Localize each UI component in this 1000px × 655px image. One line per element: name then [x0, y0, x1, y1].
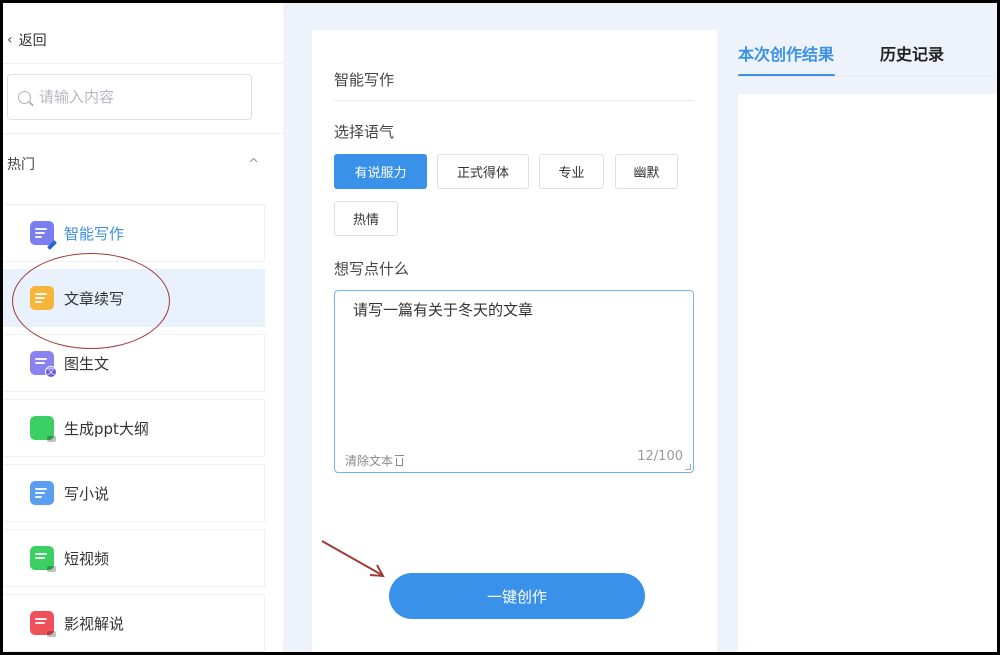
search-box[interactable] [7, 74, 252, 120]
search-icon [18, 90, 31, 104]
tone-option-humorous[interactable]: 幽默 [615, 154, 678, 189]
back-button[interactable]: ‹ 返回 [7, 29, 47, 51]
menu-item-film-commentary[interactable]: 影视解说 [3, 594, 265, 652]
divider [738, 76, 997, 77]
menu-item-short-video[interactable]: 短视频 [3, 529, 265, 587]
image-to-text-icon: 文 [30, 351, 57, 378]
tone-option-persuasive[interactable]: 有说服力 [334, 154, 427, 189]
smart-writing-icon [30, 221, 57, 250]
feature-menu: 智能写作 文章续写 文 图生文 生成ppt大纲 写小说 短视频 影视解说 [3, 204, 265, 652]
group-title: 热门 [7, 157, 35, 173]
prompt-text: 请写一篇有关于冬天的文章 [353, 301, 534, 319]
results-tabs: 本次创作结果 历史记录 [738, 41, 997, 77]
trash-icon [395, 454, 405, 466]
tone-option-formal[interactable]: 正式得体 [437, 154, 529, 189]
chevron-up-icon: ^ [248, 156, 259, 172]
char-counter: 12/100 [637, 449, 683, 464]
clear-text-button[interactable]: 清除文本 [345, 452, 405, 469]
novel-icon [30, 481, 54, 505]
menu-item-label: 文章续写 [64, 289, 125, 308]
resize-handle[interactable] [685, 464, 691, 470]
menu-item-ppt-outline[interactable]: 生成ppt大纲 [3, 399, 265, 457]
chevron-left-icon: ‹ [7, 32, 13, 48]
prompt-label: 想写点什么 [334, 260, 410, 278]
app-window: ‹ 返回 热门 ^ 智能写作 文章续写 [3, 3, 997, 652]
tone-option-enthusiastic[interactable]: 热情 [334, 201, 398, 236]
group-header-hot[interactable]: 热门 ^ [7, 153, 263, 175]
prompt-textarea[interactable]: 请写一篇有关于冬天的文章 清除文本 12/100 [334, 290, 694, 473]
tab-current-result[interactable]: 本次创作结果 [738, 41, 834, 65]
menu-item-novel[interactable]: 写小说 [3, 464, 265, 522]
menu-item-label: 生成ppt大纲 [64, 419, 149, 438]
writing-form: 智能写作 选择语气 有说服力 正式得体 专业 幽默 热情 想写点什么 请写一篇有… [312, 30, 717, 652]
menu-item-article-continue[interactable]: 文章续写 [3, 269, 265, 327]
back-label: 返回 [18, 33, 47, 49]
menu-item-label: 影视解说 [64, 614, 125, 633]
menu-item-image-to-text[interactable]: 文 图生文 [3, 334, 265, 392]
divider [334, 100, 694, 101]
article-continue-icon [30, 286, 54, 310]
divider [3, 63, 283, 64]
clear-text-label: 清除文本 [345, 454, 394, 468]
form-title: 智能写作 [334, 71, 395, 89]
sidebar: ‹ 返回 热门 ^ 智能写作 文章续写 [3, 3, 283, 652]
ppt-outline-icon [30, 416, 56, 442]
one-click-create-button[interactable]: 一键创作 [389, 573, 645, 619]
menu-item-label: 图生文 [64, 354, 110, 373]
film-commentary-icon [30, 611, 56, 637]
divider [3, 133, 283, 134]
tab-history[interactable]: 历史记录 [880, 41, 944, 65]
result-content-area [738, 94, 997, 652]
tone-option-professional[interactable]: 专业 [539, 154, 604, 189]
menu-item-label: 短视频 [64, 549, 110, 568]
menu-item-smart-writing[interactable]: 智能写作 [3, 204, 265, 262]
tone-label: 选择语气 [334, 123, 395, 141]
menu-item-label: 写小说 [64, 484, 110, 503]
menu-item-label: 智能写作 [64, 224, 125, 243]
short-video-icon [30, 546, 56, 572]
search-input[interactable] [39, 88, 229, 106]
